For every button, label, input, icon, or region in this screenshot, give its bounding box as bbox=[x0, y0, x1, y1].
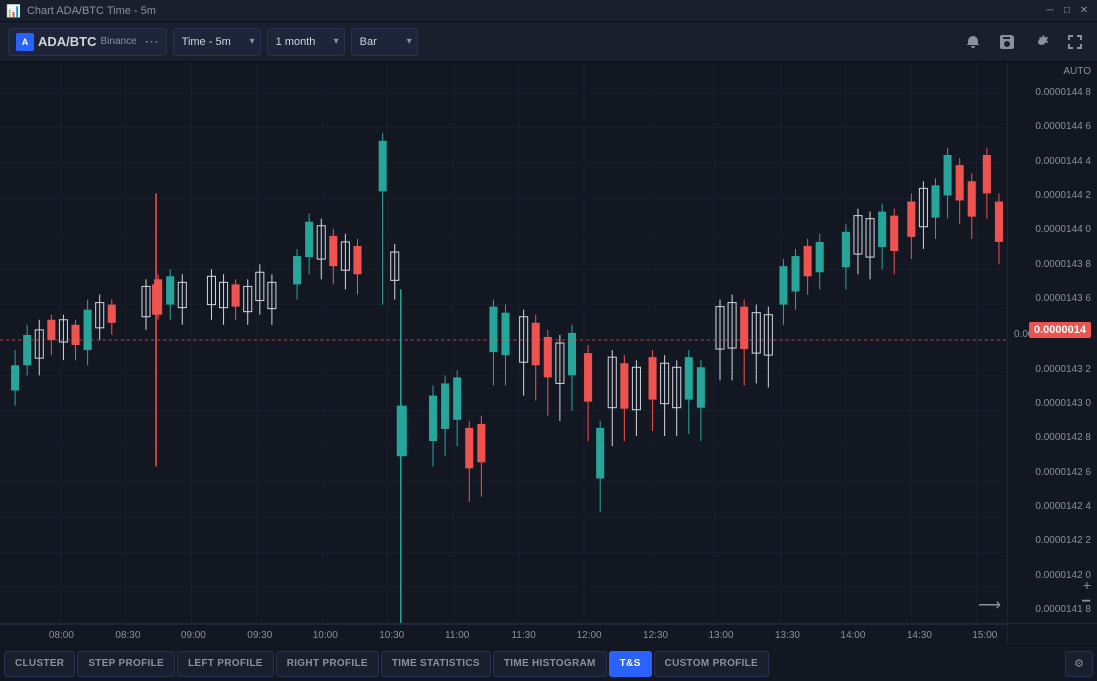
title-bar-text: Chart ADA/BTC Time - 5m bbox=[27, 5, 156, 17]
price-label-11: 0.0000142 8 bbox=[1014, 433, 1091, 443]
auto-label: AUTO bbox=[1063, 66, 1091, 77]
chart-type-select-wrapper[interactable]: Bar Candle Line bbox=[351, 28, 418, 56]
time-label-1000: 10:00 bbox=[313, 630, 338, 641]
time-label-1300: 13:00 bbox=[708, 630, 733, 641]
price-label-9: 0.0000143 2 bbox=[1014, 365, 1091, 375]
alerts-button[interactable] bbox=[959, 28, 987, 56]
period-select[interactable]: 1 month 1 day 1 week 3 months bbox=[267, 28, 345, 56]
time-label-1100: 11:00 bbox=[445, 630, 469, 641]
time-label-1400: 14:00 bbox=[840, 630, 865, 641]
symbol-selector[interactable]: A ADA/BTC Binance ⋯ bbox=[8, 28, 167, 56]
price-label-10: 0.0000143 0 bbox=[1014, 399, 1091, 409]
tab-left-profile[interactable]: LEFT PROFILE bbox=[177, 651, 274, 677]
time-label-0930: 09:30 bbox=[247, 630, 272, 641]
price-label-7: 0.0000143 6 bbox=[1014, 294, 1091, 304]
time-label-1500: 15:00 bbox=[972, 630, 997, 641]
bottom-tabs: CLUSTER STEP PROFILE LEFT PROFILE RIGHT … bbox=[0, 645, 1097, 681]
price-label-6: 0.0000143 8 bbox=[1014, 260, 1091, 270]
tab-right-profile[interactable]: RIGHT PROFILE bbox=[276, 651, 379, 677]
chart-container: ⟶ AUTO 0.0000144 8 0.0000144 6 0.0000144… bbox=[0, 62, 1097, 623]
price-label-14: 0.0000142 2 bbox=[1014, 536, 1091, 546]
time-label-1030: 10:30 bbox=[379, 630, 404, 641]
chart-type-select[interactable]: Bar Candle Line bbox=[351, 28, 418, 56]
tab-tns[interactable]: T&S bbox=[609, 651, 652, 677]
symbol-icon: A bbox=[16, 33, 34, 51]
save-button[interactable] bbox=[993, 28, 1021, 56]
close-button[interactable]: ✕ bbox=[1077, 4, 1091, 18]
price-label-1: 0.0000144 8 bbox=[1014, 88, 1091, 98]
toolbar: A ADA/BTC Binance ⋯ Time - 5m Time - 1m … bbox=[0, 22, 1097, 62]
tab-cluster[interactable]: CLUSTER bbox=[4, 651, 75, 677]
settings-button[interactable] bbox=[1027, 28, 1055, 56]
tab-settings-button[interactable]: ⚙ bbox=[1065, 651, 1093, 677]
price-label-2: 0.0000144 6 bbox=[1014, 122, 1091, 132]
current-price-badge: 0.0000014 bbox=[1029, 322, 1091, 338]
price-label-4: 0.0000144 2 bbox=[1014, 191, 1091, 201]
price-axis: AUTO 0.0000144 8 0.0000144 6 0.0000144 4… bbox=[1007, 62, 1097, 623]
expand-button[interactable] bbox=[1061, 28, 1089, 56]
price-label-16: 0.0000141 8 bbox=[1014, 605, 1091, 615]
tab-time-statistics[interactable]: TIME STATISTICS bbox=[381, 651, 491, 677]
time-axis-row: 08:00 08:30 09:00 09:30 10:00 10:30 11:0… bbox=[0, 623, 1097, 645]
time-label-0800: 08:00 bbox=[49, 630, 74, 641]
chart-main[interactable]: ⟶ bbox=[0, 62, 1007, 623]
zoom-in-button[interactable]: + bbox=[1083, 577, 1091, 593]
zoom-out-button[interactable]: − bbox=[1082, 593, 1091, 611]
price-label-3: 0.0000144 4 bbox=[1014, 157, 1091, 167]
exchange-name: Binance bbox=[101, 36, 137, 47]
symbol-menu-icon: ⋯ bbox=[145, 33, 159, 50]
tab-custom-profile[interactable]: CUSTOM PROFILE bbox=[654, 651, 769, 677]
price-label-5: 0.0000144 0 bbox=[1014, 225, 1091, 235]
time-label-1330: 13:30 bbox=[775, 630, 800, 641]
symbol-name: ADA/BTC bbox=[38, 34, 97, 49]
timeframe-select[interactable]: Time - 5m Time - 1m Time - 15m Time - 1h bbox=[173, 28, 261, 56]
time-label-1230: 12:30 bbox=[643, 630, 668, 641]
tab-step-profile[interactable]: STEP PROFILE bbox=[77, 651, 175, 677]
time-label-0900: 09:00 bbox=[181, 630, 206, 641]
time-label-1430: 14:30 bbox=[907, 630, 932, 641]
price-label-13: 0.0000142 4 bbox=[1014, 502, 1091, 512]
time-label-0830: 08:30 bbox=[115, 630, 140, 641]
price-label-15: 0.0000142 0 bbox=[1014, 571, 1091, 581]
maximize-button[interactable]: □ bbox=[1060, 4, 1074, 18]
tab-time-histogram[interactable]: TIME HISTOGRAM bbox=[493, 651, 607, 677]
time-axis: 08:00 08:30 09:00 09:30 10:00 10:30 11:0… bbox=[0, 624, 1007, 646]
title-bar: 📊 Chart ADA/BTC Time - 5m ─ □ ✕ bbox=[0, 0, 1097, 22]
price-axis-spacer bbox=[1007, 624, 1097, 645]
toolbar-right bbox=[959, 28, 1089, 56]
chart-icon: 📊 bbox=[6, 4, 21, 18]
scroll-right-button[interactable]: ⟶ bbox=[978, 595, 1001, 615]
minimize-button[interactable]: ─ bbox=[1043, 4, 1057, 18]
window-controls: ─ □ ✕ bbox=[1043, 4, 1091, 18]
time-label-1200: 12:00 bbox=[577, 630, 602, 641]
timeframe-select-wrapper[interactable]: Time - 5m Time - 1m Time - 15m Time - 1h bbox=[173, 28, 261, 56]
time-label-1130: 11:30 bbox=[511, 630, 535, 641]
period-select-wrapper[interactable]: 1 month 1 day 1 week 3 months bbox=[267, 28, 345, 56]
price-label-12: 0.0000142 6 bbox=[1014, 468, 1091, 478]
candlestick-chart bbox=[0, 62, 1007, 623]
